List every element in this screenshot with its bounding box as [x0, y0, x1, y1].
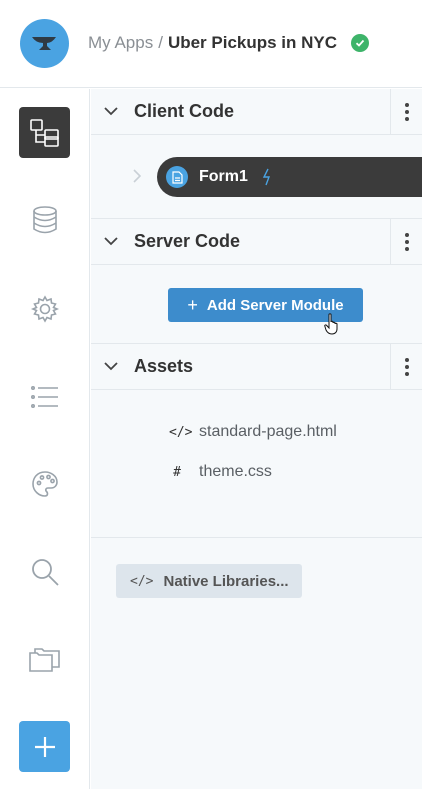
form-label: Form1: [199, 168, 248, 185]
breadcrumb-my-apps[interactable]: My Apps: [88, 33, 153, 53]
chevron-right-icon[interactable]: [132, 169, 142, 183]
native-libraries-button[interactable]: </> Native Libraries...: [116, 564, 302, 598]
database-icon: [32, 205, 57, 233]
hash-icon: #: [173, 464, 181, 480]
form-item-form1[interactable]: Form1: [157, 157, 422, 197]
form-icon: [166, 166, 188, 188]
client-code-body: Form1: [91, 135, 422, 219]
list-icon: [30, 385, 58, 408]
asset-label: theme.css: [199, 463, 272, 480]
app-browser-panel: Client Code Form1 Server Code + Add Serv…: [91, 89, 422, 789]
client-code-menu-button[interactable]: [390, 89, 422, 135]
client-code-header[interactable]: Client Code: [91, 89, 422, 135]
startup-bolt-icon: [262, 168, 270, 186]
asset-label: standard-page.html: [199, 423, 337, 440]
rail-settings-button[interactable]: [19, 283, 70, 334]
hand-cursor-icon: [324, 313, 338, 335]
plus-icon: [34, 736, 55, 757]
app-tree-icon: [29, 118, 59, 147]
rail-version-history-button[interactable]: [19, 633, 70, 684]
breadcrumb-separator: /: [158, 33, 163, 52]
folders-icon: [28, 647, 60, 672]
assets-header[interactable]: Assets: [91, 344, 422, 390]
add-component-button[interactable]: [19, 721, 70, 772]
plus-icon: +: [187, 294, 198, 315]
rail-outline-button[interactable]: [19, 371, 70, 422]
server-code-title: Server Code: [134, 231, 241, 251]
assets-menu-button[interactable]: [390, 344, 422, 390]
code-icon: </>: [130, 573, 154, 589]
breadcrumb: My Apps / Uber Pickups in NYC: [88, 33, 370, 53]
rail-theme-button[interactable]: [19, 458, 70, 509]
chevron-down-icon[interactable]: [103, 358, 119, 374]
search-icon: [31, 558, 59, 586]
app-name[interactable]: Uber Pickups in NYC: [168, 33, 337, 53]
sidebar-rail: [0, 89, 90, 789]
server-code-menu-button[interactable]: [390, 219, 422, 265]
rail-app-browser-button[interactable]: [19, 107, 70, 158]
rail-data-tables-button[interactable]: [19, 194, 70, 245]
anvil-logo-icon[interactable]: [20, 19, 69, 68]
asset-item[interactable]: </> standard-page.html: [169, 421, 337, 443]
palette-icon: [31, 470, 58, 497]
code-icon: </>: [169, 424, 193, 440]
assets-title: Assets: [134, 356, 194, 376]
gear-icon: [30, 294, 59, 323]
rail-search-button[interactable]: [19, 546, 70, 597]
server-code-header[interactable]: Server Code: [91, 219, 422, 265]
client-code-title: Client Code: [134, 101, 235, 121]
chevron-down-icon[interactable]: [103, 103, 119, 119]
asset-item[interactable]: # theme.css: [169, 461, 272, 483]
native-libraries-label: Native Libraries...: [163, 572, 289, 590]
add-server-module-label: Add Server Module: [206, 296, 344, 314]
chevron-down-icon[interactable]: [103, 233, 119, 249]
status-check-icon: [351, 34, 370, 52]
app-header: My Apps / Uber Pickups in NYC: [0, 0, 422, 88]
